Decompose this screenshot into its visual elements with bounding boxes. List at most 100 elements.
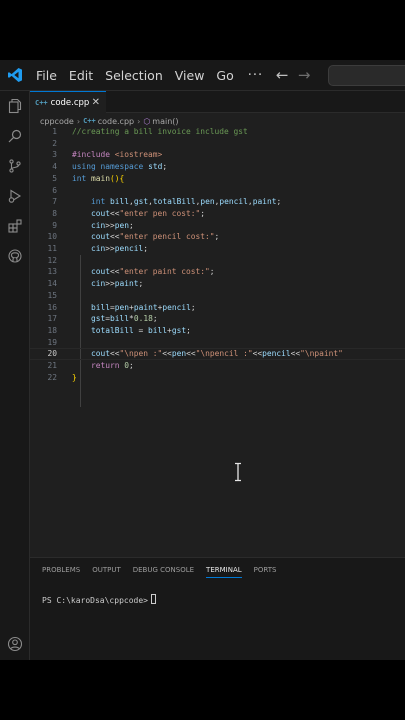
forward-arrow-icon[interactable]: → [293, 66, 315, 84]
code-token: "\npen :" [119, 349, 163, 359]
settings-gear-icon[interactable] [0, 659, 30, 660]
code-line[interactable]: 22} [30, 372, 405, 384]
code-line[interactable]: 8 cout<<"enter pen cost:"; [30, 208, 405, 220]
code-token: } [72, 372, 77, 382]
breadcrumb-file[interactable]: code.cpp [98, 117, 134, 126]
code-line[interactable]: 16 bill=pen+paint+pencil; [30, 302, 405, 314]
line-number: 10 [47, 232, 57, 242]
code-line[interactable]: 19 [30, 337, 405, 349]
code-token: << [110, 267, 120, 277]
code-token: totalBill [152, 197, 196, 207]
code-line[interactable]: 18 totalBill = bill+gst; [30, 325, 405, 337]
code-token: ; [190, 302, 196, 312]
breadcrumb-function[interactable]: main() [152, 117, 178, 126]
menu-more-icon[interactable]: ··· [240, 68, 271, 83]
cpp-file-icon: C++ [35, 98, 48, 107]
code-token: <iostream> [114, 150, 163, 160]
panel-tab-output[interactable]: OUTPUT [92, 558, 121, 580]
source-control-icon[interactable] [0, 151, 30, 181]
menu-item-selection[interactable]: Selection [99, 60, 169, 91]
code-line[interactable]: 12 [30, 255, 405, 267]
code-token: "enter pencil cost:" [119, 232, 215, 242]
github-icon[interactable] [0, 241, 30, 271]
code-token: cout [91, 208, 111, 218]
terminal-line[interactable]: PS C:\karoDsa\cppcode> [42, 594, 156, 605]
code-token: ; [200, 208, 206, 218]
command-center-search[interactable] [328, 65, 405, 86]
code-token: #include [72, 150, 115, 160]
code-token: ; [129, 361, 134, 370]
code-token: int [91, 197, 106, 207]
line-number: 9 [52, 220, 57, 230]
tab-code-cpp[interactable]: C++ code.cpp ✕ [30, 91, 106, 113]
code-line[interactable]: 2 [30, 138, 405, 150]
bottom-panel: PROBLEMS OUTPUT DEBUG CONSOLE TERMINAL PORTS… [30, 557, 405, 660]
code-token: << [290, 349, 301, 359]
vscode-window: File Edit Selection View Go ··· ← → C++ … [0, 60, 405, 660]
menu-item-go[interactable]: Go [210, 60, 239, 91]
search-icon[interactable] [0, 121, 30, 151]
breadcrumb-folder[interactable]: cppcode [40, 117, 74, 126]
extensions-icon[interactable] [0, 211, 30, 241]
code-token: >> [105, 279, 115, 289]
code-text: cout<<"enter pencil cost:"; [91, 231, 219, 243]
code-line[interactable]: 4 using namespace std; [30, 161, 405, 173]
code-text: cin>>pen; [91, 220, 134, 232]
code-line[interactable]: 17 gst=bill*0.18; [30, 313, 405, 325]
line-number: 7 [52, 197, 57, 207]
code-token: 0.18 [133, 314, 153, 324]
code-line[interactable]: 7 int bill,gst,totalBill,pen,pencil,paint… [30, 196, 405, 208]
explorer-icon[interactable] [0, 91, 30, 121]
chevron-right-icon: › [76, 116, 81, 126]
panel-tab-ports[interactable]: PORTS [254, 558, 277, 580]
code-line[interactable]: 6 [30, 185, 405, 197]
menu-item-edit[interactable]: Edit [63, 60, 99, 91]
code-line[interactable]: 15 [30, 290, 405, 302]
code-text: cout<<"\npen :"<<pen<<"\npencil :"<<penc… [91, 348, 343, 360]
function-symbol-icon: ⬡ [143, 116, 151, 126]
code-line[interactable]: 14 cin>>paint; [30, 278, 405, 290]
code-line[interactable]: 10 cout<<"enter pencil cost:"; [30, 231, 405, 243]
code-token: ; [162, 162, 168, 172]
code-token: pencil [262, 349, 291, 359]
account-icon[interactable] [0, 629, 30, 659]
editor-tab-bar: C++ code.cpp ✕ [30, 91, 405, 113]
code-token: ; [214, 232, 220, 242]
code-line[interactable]: 13 cout<<"enter paint cost:"; [30, 266, 405, 278]
code-token: pencil [219, 197, 248, 207]
panel-tab-debug-console[interactable]: DEBUG CONSOLE [133, 558, 194, 580]
line-number: 18 [47, 325, 57, 335]
code-line[interactable]: 21 return 0; [30, 360, 405, 372]
line-number: 16 [47, 302, 57, 312]
code-token: "\npaint" [300, 349, 343, 359]
code-line[interactable]: 1 //creating a bill invoice include gst [30, 126, 405, 138]
code-text: int bill,gst,totalBill,pen,pencil,paint; [91, 196, 281, 208]
code-token: ; [276, 197, 282, 207]
panel-tabs: PROBLEMS OUTPUT DEBUG CONSOLE TERMINAL PORTS [30, 558, 288, 580]
code-line[interactable]: 5 int main(){ [30, 173, 405, 185]
code-token: pen [114, 302, 130, 312]
code-token: "\npencil :" [195, 349, 253, 359]
panel-tab-problems[interactable]: PROBLEMS [42, 558, 80, 580]
code-token: ; [186, 325, 191, 335]
code-line[interactable]: 11 cin>>pencil; [30, 243, 405, 255]
code-token: main [91, 173, 111, 183]
menu-item-view[interactable]: View [169, 60, 211, 91]
code-token: totalBill [91, 325, 134, 335]
line-number: 3 [52, 150, 57, 160]
code-token: >> [105, 220, 115, 230]
line-number: 5 [52, 173, 57, 183]
menu-item-file[interactable]: File [30, 60, 63, 91]
code-editor[interactable]: 1//creating a bill invoice include gst 2 3… [30, 126, 405, 556]
code-token: using [72, 162, 96, 172]
line-number: 1 [52, 127, 57, 136]
run-debug-icon[interactable] [0, 181, 30, 211]
close-icon[interactable]: ✕ [92, 97, 100, 108]
code-line[interactable]: 3 #include <iostream> [30, 149, 405, 161]
back-arrow-icon[interactable]: ← [271, 66, 293, 84]
code-line[interactable]: 20 cout<<"\npen :"<<pen<<"\npencil :"<<pe… [30, 348, 405, 360]
code-token: cin [91, 279, 106, 289]
chevron-right-icon: › [137, 116, 141, 126]
code-line[interactable]: 9 cin>>pen; [30, 220, 405, 232]
panel-tab-terminal[interactable]: TERMINAL [206, 558, 242, 580]
